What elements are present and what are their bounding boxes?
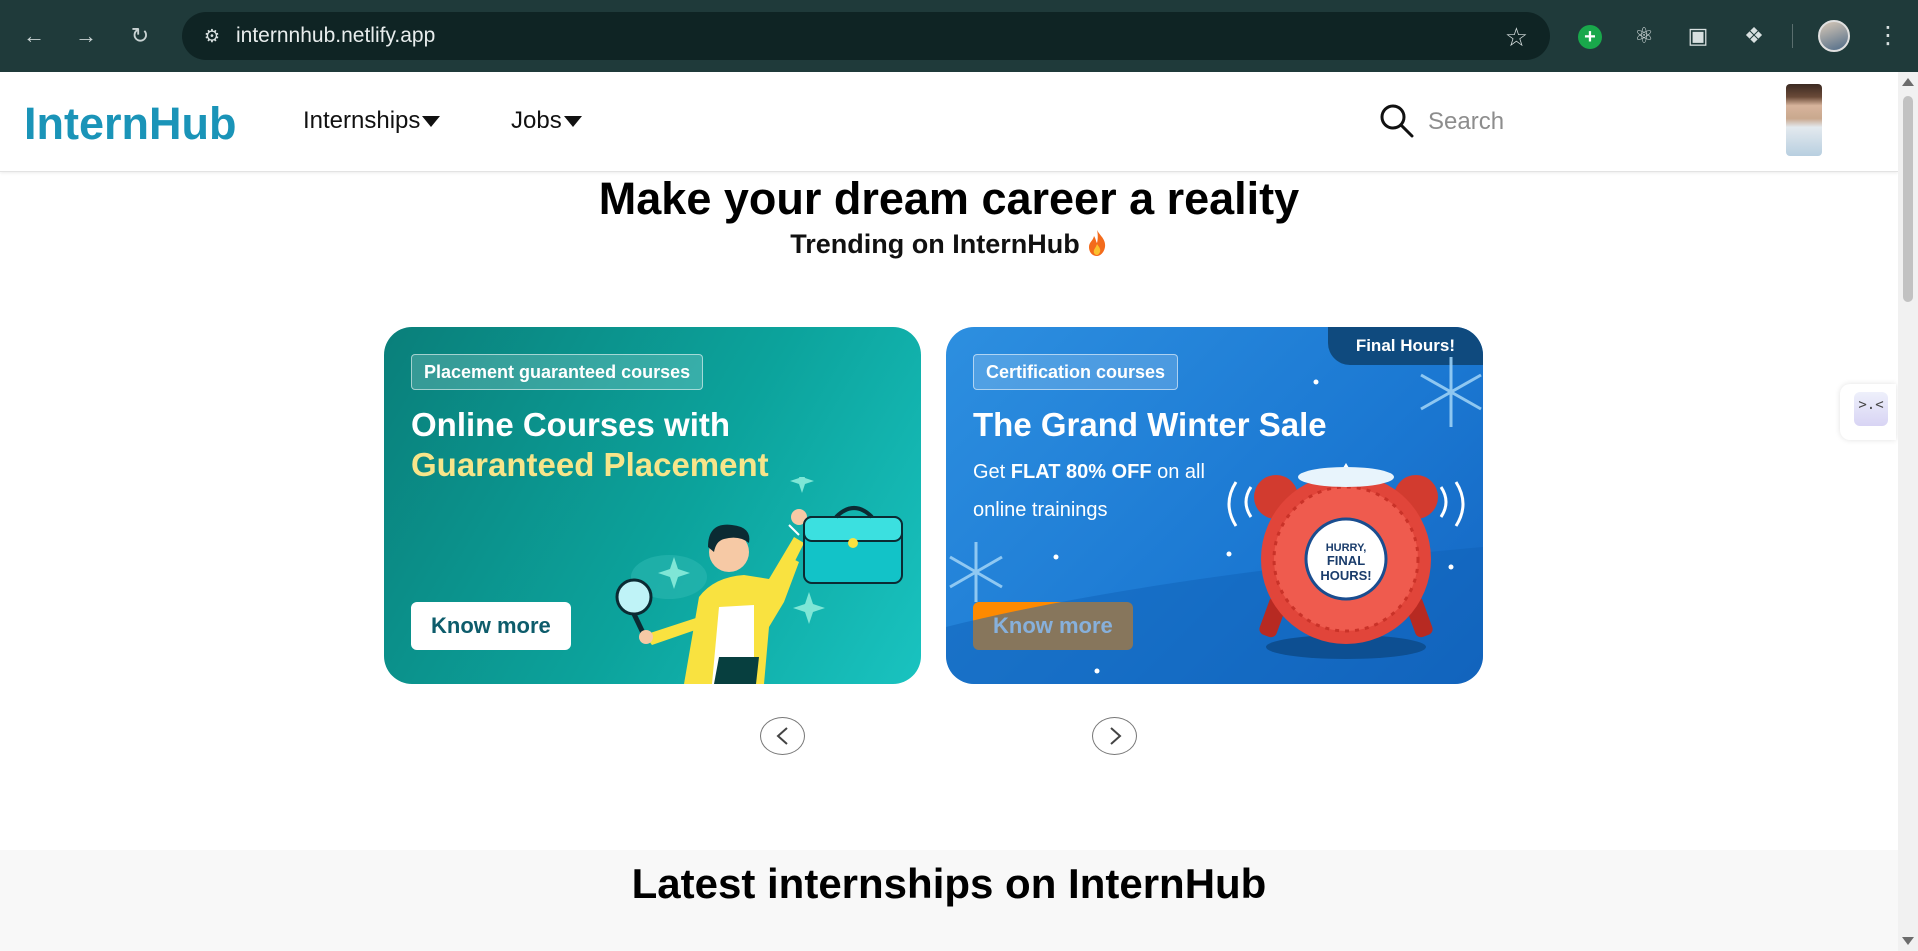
back-icon[interactable]: ← xyxy=(20,22,48,50)
page-scrollbar[interactable] xyxy=(1898,72,1918,951)
promo-card-placement[interactable]: Placement guaranteed courses Online Cour… xyxy=(384,327,921,684)
winter-clock-illustration-icon: HURRY, FINAL HOURS! xyxy=(946,357,1483,684)
puzzle-extensions-icon[interactable]: ❖ xyxy=(1738,20,1770,52)
window-extension-icon[interactable]: ▣ xyxy=(1682,20,1714,52)
nav-jobs-label: Jobs xyxy=(511,107,562,134)
svg-text:FINAL: FINAL xyxy=(1327,553,1365,568)
section-title: Latest internships on InternHub xyxy=(631,860,1267,907)
hero-title: Make your dream career a reality xyxy=(598,173,1300,224)
carousel-next-button[interactable] xyxy=(1092,717,1137,755)
bookmark-star-icon[interactable]: ☆ xyxy=(1505,22,1528,53)
know-more-button[interactable]: Know more xyxy=(411,602,571,650)
hero-subtitle-text: Trending on InternHub xyxy=(790,229,1080,259)
chevron-right-icon xyxy=(1110,727,1122,745)
fire-icon xyxy=(1088,230,1105,256)
react-devtools-icon[interactable]: ⚛ xyxy=(1628,20,1660,52)
search-input[interactable] xyxy=(1428,102,1628,142)
user-avatar[interactable] xyxy=(1786,84,1822,156)
career-illustration-icon xyxy=(615,477,903,684)
svg-text:HOURS!: HOURS! xyxy=(1320,568,1371,583)
nav-internships-label: Internships xyxy=(303,107,421,134)
latest-internships-section: Latest internships on InternHub xyxy=(0,850,1898,951)
chevron-down-icon xyxy=(422,116,441,128)
hero-subtitle: Trending on InternHub xyxy=(0,229,1898,260)
promo-card-winter-sale[interactable]: Final Hours! Certification courses The G… xyxy=(946,327,1483,684)
toolbar-divider xyxy=(1792,24,1793,48)
browser-menu-icon[interactable]: ⋮ xyxy=(1876,20,1900,52)
add-extension-icon[interactable]: + xyxy=(1574,20,1606,52)
profile-avatar[interactable] xyxy=(1818,20,1850,52)
scroll-thumb[interactable] xyxy=(1903,96,1913,302)
forward-icon[interactable]: → xyxy=(72,22,100,50)
scroll-down-icon[interactable] xyxy=(1902,937,1914,945)
side-widget[interactable]: >.< xyxy=(1840,384,1896,440)
card-title-line1: Online Courses with xyxy=(411,406,731,443)
address-bar[interactable]: ⚙ internnhub.netlify.app ☆ xyxy=(182,12,1550,60)
carousel-prev-button[interactable] xyxy=(760,717,805,755)
scroll-up-icon[interactable] xyxy=(1902,78,1914,86)
nav-internships[interactable]: Internships xyxy=(303,107,441,135)
code-toggle-icon: >.< xyxy=(1854,392,1888,426)
site-info-icon[interactable]: ⚙ xyxy=(200,24,224,48)
search-icon[interactable] xyxy=(1378,102,1416,140)
card-category-pill: Placement guaranteed courses xyxy=(411,354,704,390)
chevron-left-icon xyxy=(776,727,788,745)
reload-icon[interactable]: ↻ xyxy=(126,22,154,50)
card-title: Online Courses with Guaranteed Placement xyxy=(411,405,769,485)
nav-jobs[interactable]: Jobs xyxy=(511,107,582,135)
page-content: InternHub Internships Jobs Make your dre… xyxy=(0,72,1898,951)
url-text[interactable]: internnhub.netlify.app xyxy=(236,24,435,48)
browser-toolbar: ← → ↻ ⚙ internnhub.netlify.app ☆ + ⚛ ▣ ❖… xyxy=(0,0,1918,72)
site-logo[interactable]: InternHub xyxy=(24,98,236,150)
chevron-down-icon xyxy=(563,116,582,128)
site-header: InternHub Internships Jobs xyxy=(0,72,1898,172)
